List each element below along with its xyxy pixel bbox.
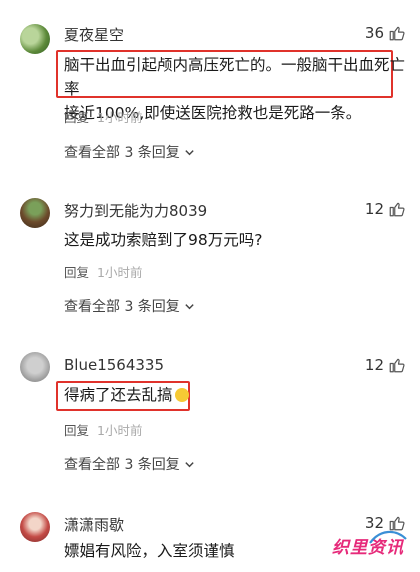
view-all-replies-button[interactable]: 查看全部 3 条回复	[64, 296, 195, 316]
reply-button[interactable]: 回复	[64, 107, 89, 126]
username[interactable]: 夏夜星空	[64, 24, 124, 45]
view-all-replies-button[interactable]: 查看全部 3 条回复	[64, 142, 195, 162]
comment-text: 这是成功索赔到了98万元吗?	[64, 228, 262, 252]
like-button[interactable]: 12	[365, 356, 406, 374]
chevron-down-icon	[185, 303, 194, 309]
watermark-swoosh-icon	[369, 530, 407, 544]
like-count: 12	[364, 356, 384, 374]
thumbs-up-icon	[389, 358, 405, 373]
comment-meta: 回复 1小时前	[64, 420, 142, 439]
reply-button[interactable]: 回复	[64, 420, 89, 439]
thumbs-up-icon	[389, 26, 405, 41]
view-replies-label: 查看全部 3 条回复	[64, 145, 180, 161]
like-count: 12	[364, 200, 384, 218]
view-replies-label: 查看全部 3 条回复	[64, 457, 180, 473]
smiling-face-emoji-icon	[174, 388, 189, 402]
username[interactable]: 潇潇雨歇	[64, 514, 124, 535]
chevron-down-icon	[185, 149, 194, 155]
timestamp: 1小时前	[97, 110, 143, 125]
comment-text: 嫖娼有风险，入室须谨慎	[64, 539, 235, 563]
avatar[interactable]	[20, 352, 50, 382]
like-count: 36	[364, 24, 384, 42]
like-button[interactable]: 12	[365, 200, 406, 218]
watermark: 织里资讯	[332, 530, 407, 558]
timestamp: 1小时前	[97, 423, 143, 438]
comment-text: 得病了还去乱搞	[64, 383, 189, 407]
comment-meta: 回复 1小时前	[64, 107, 142, 126]
view-all-replies-button[interactable]: 查看全部 3 条回复	[64, 454, 195, 474]
timestamp: 1小时前	[97, 265, 143, 280]
avatar[interactable]	[20, 512, 50, 542]
avatar[interactable]	[20, 24, 50, 54]
comment-text-line: 嫖娼有风险，入室须谨慎	[64, 542, 235, 560]
chevron-down-icon	[185, 461, 194, 467]
like-button[interactable]: 36	[365, 24, 406, 42]
reply-button[interactable]: 回复	[64, 262, 89, 281]
comment-text-line: 这是成功索赔到了98万元吗?	[64, 231, 263, 249]
comment-item: 夏夜星空 36 脑干出血引起颅内高压死亡的。一般脑干出血死亡率 接近100%,即…	[0, 0, 420, 172]
view-replies-label: 查看全部 3 条回复	[64, 299, 180, 315]
thumbs-up-icon	[389, 202, 405, 217]
comment-text-line: 得病了还去乱搞	[64, 386, 173, 404]
comment-meta: 回复 1小时前	[64, 262, 142, 281]
username[interactable]: 努力到无能为力8039	[64, 200, 207, 221]
avatar[interactable]	[20, 198, 50, 228]
username[interactable]: Blue1564335	[64, 356, 164, 374]
comment-text-line: 脑干出血引起颅内高压死亡的。一般脑干出血死亡率	[64, 56, 406, 98]
